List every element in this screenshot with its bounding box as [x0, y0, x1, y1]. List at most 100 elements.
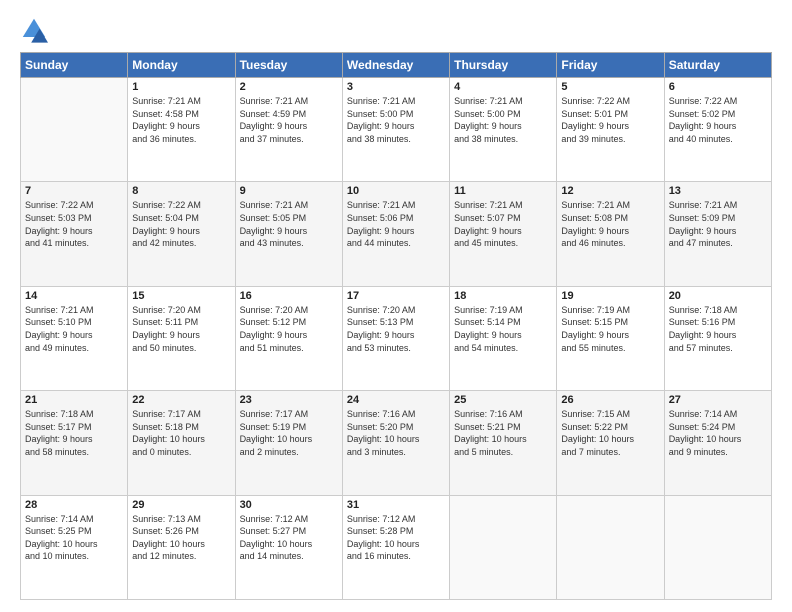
day-info: Sunrise: 7:21 AM Sunset: 5:08 PM Dayligh… [561, 199, 659, 249]
calendar-cell: 10 Sunrise: 7:21 AM Sunset: 5:06 PM Dayli… [342, 182, 449, 286]
day-number: 9 [240, 185, 338, 197]
day-info: Sunrise: 7:22 AM Sunset: 5:04 PM Dayligh… [132, 199, 230, 249]
day-info: Sunrise: 7:16 AM Sunset: 5:21 PM Dayligh… [454, 408, 552, 458]
day-number: 4 [454, 81, 552, 93]
day-number: 22 [132, 394, 230, 406]
day-number: 31 [347, 499, 445, 511]
calendar-cell: 7 Sunrise: 7:22 AM Sunset: 5:03 PM Daylig… [21, 182, 128, 286]
day-info: Sunrise: 7:19 AM Sunset: 5:14 PM Dayligh… [454, 304, 552, 354]
day-info: Sunrise: 7:14 AM Sunset: 5:24 PM Dayligh… [669, 408, 767, 458]
calendar-cell: 15 Sunrise: 7:20 AM Sunset: 5:11 PM Dayli… [128, 286, 235, 390]
day-info: Sunrise: 7:22 AM Sunset: 5:02 PM Dayligh… [669, 95, 767, 145]
day-info: Sunrise: 7:21 AM Sunset: 4:58 PM Dayligh… [132, 95, 230, 145]
logo [20, 16, 52, 44]
day-number: 10 [347, 185, 445, 197]
calendar-cell [450, 495, 557, 599]
calendar-cell: 1 Sunrise: 7:21 AM Sunset: 4:58 PM Daylig… [128, 78, 235, 182]
weekday-header-friday: Friday [557, 53, 664, 78]
day-number: 13 [669, 185, 767, 197]
calendar-cell: 4 Sunrise: 7:21 AM Sunset: 5:00 PM Daylig… [450, 78, 557, 182]
day-info: Sunrise: 7:21 AM Sunset: 5:00 PM Dayligh… [454, 95, 552, 145]
weekday-header-tuesday: Tuesday [235, 53, 342, 78]
day-info: Sunrise: 7:14 AM Sunset: 5:25 PM Dayligh… [25, 513, 123, 563]
calendar-cell: 24 Sunrise: 7:16 AM Sunset: 5:20 PM Dayli… [342, 391, 449, 495]
calendar-cell: 3 Sunrise: 7:21 AM Sunset: 5:00 PM Daylig… [342, 78, 449, 182]
calendar-cell: 27 Sunrise: 7:14 AM Sunset: 5:24 PM Dayli… [664, 391, 771, 495]
calendar-cell: 17 Sunrise: 7:20 AM Sunset: 5:13 PM Dayli… [342, 286, 449, 390]
calendar-cell: 2 Sunrise: 7:21 AM Sunset: 4:59 PM Daylig… [235, 78, 342, 182]
calendar-cell: 19Sunrise: 7:19 AM Sunset: 5:15 PM Dayli… [557, 286, 664, 390]
calendar-cell: 6 Sunrise: 7:22 AM Sunset: 5:02 PM Daylig… [664, 78, 771, 182]
header [20, 16, 772, 44]
calendar-cell [664, 495, 771, 599]
day-info: Sunrise: 7:20 AM Sunset: 5:13 PM Dayligh… [347, 304, 445, 354]
day-number: 8 [132, 185, 230, 197]
day-info: Sunrise: 7:18 AM Sunset: 5:16 PM Dayligh… [669, 304, 767, 354]
day-number: 7 [25, 185, 123, 197]
calendar-header-row: SundayMondayTuesdayWednesdayThursdayFrid… [21, 53, 772, 78]
day-info: Sunrise: 7:17 AM Sunset: 5:18 PM Dayligh… [132, 408, 230, 458]
calendar-cell: 18 Sunrise: 7:19 AM Sunset: 5:14 PM Dayli… [450, 286, 557, 390]
page: SundayMondayTuesdayWednesdayThursdayFrid… [0, 0, 792, 612]
day-info: Sunrise: 7:12 AM Sunset: 5:28 PM Dayligh… [347, 513, 445, 563]
day-number: 2 [240, 81, 338, 93]
day-info: Sunrise: 7:15 AM Sunset: 5:22 PM Dayligh… [561, 408, 659, 458]
calendar-cell: 31 Sunrise: 7:12 AM Sunset: 5:28 PM Dayli… [342, 495, 449, 599]
day-info: Sunrise: 7:20 AM Sunset: 5:11 PM Dayligh… [132, 304, 230, 354]
calendar-week-2: 7 Sunrise: 7:22 AM Sunset: 5:03 PM Daylig… [21, 182, 772, 286]
day-number: 29 [132, 499, 230, 511]
calendar-week-3: 14 Sunrise: 7:21 AM Sunset: 5:10 PM Dayli… [21, 286, 772, 390]
day-number: 28 [25, 499, 123, 511]
day-number: 30 [240, 499, 338, 511]
day-info: Sunrise: 7:20 AM Sunset: 5:12 PM Dayligh… [240, 304, 338, 354]
day-number: 1 [132, 81, 230, 93]
calendar-cell: 22 Sunrise: 7:17 AM Sunset: 5:18 PM Dayli… [128, 391, 235, 495]
day-info: Sunrise: 7:21 AM Sunset: 5:00 PM Dayligh… [347, 95, 445, 145]
day-info: Sunrise: 7:21 AM Sunset: 5:10 PM Dayligh… [25, 304, 123, 354]
day-number: 6 [669, 81, 767, 93]
calendar-cell: 23 Sunrise: 7:17 AM Sunset: 5:19 PM Dayli… [235, 391, 342, 495]
day-info: Sunrise: 7:13 AM Sunset: 5:26 PM Dayligh… [132, 513, 230, 563]
calendar-cell: 16 Sunrise: 7:20 AM Sunset: 5:12 PM Dayli… [235, 286, 342, 390]
weekday-header-wednesday: Wednesday [342, 53, 449, 78]
day-number: 26 [561, 394, 659, 406]
day-number: 18 [454, 290, 552, 302]
day-info: Sunrise: 7:16 AM Sunset: 5:20 PM Dayligh… [347, 408, 445, 458]
calendar-cell: 26 Sunrise: 7:15 AM Sunset: 5:22 PM Dayli… [557, 391, 664, 495]
calendar-cell: 5 Sunrise: 7:22 AM Sunset: 5:01 PM Daylig… [557, 78, 664, 182]
calendar-cell: 28 Sunrise: 7:14 AM Sunset: 5:25 PM Dayli… [21, 495, 128, 599]
calendar-cell: 13 Sunrise: 7:21 AM Sunset: 5:09 PM Dayli… [664, 182, 771, 286]
day-number: 27 [669, 394, 767, 406]
calendar-cell: 20Sunrise: 7:18 AM Sunset: 5:16 PM Dayli… [664, 286, 771, 390]
day-number: 14 [25, 290, 123, 302]
day-info: Sunrise: 7:21 AM Sunset: 4:59 PM Dayligh… [240, 95, 338, 145]
day-info: Sunrise: 7:22 AM Sunset: 5:03 PM Dayligh… [25, 199, 123, 249]
day-number: 11 [454, 185, 552, 197]
calendar-week-1: 1 Sunrise: 7:21 AM Sunset: 4:58 PM Daylig… [21, 78, 772, 182]
calendar-cell: 8 Sunrise: 7:22 AM Sunset: 5:04 PM Daylig… [128, 182, 235, 286]
day-number: 5 [561, 81, 659, 93]
day-number: 3 [347, 81, 445, 93]
weekday-header-thursday: Thursday [450, 53, 557, 78]
day-number: 12 [561, 185, 659, 197]
day-info: Sunrise: 7:21 AM Sunset: 5:07 PM Dayligh… [454, 199, 552, 249]
day-info: Sunrise: 7:17 AM Sunset: 5:19 PM Dayligh… [240, 408, 338, 458]
logo-icon [20, 16, 48, 44]
day-number: 15 [132, 290, 230, 302]
calendar-cell: 21Sunrise: 7:18 AM Sunset: 5:17 PM Dayli… [21, 391, 128, 495]
calendar-cell [21, 78, 128, 182]
weekday-header-monday: Monday [128, 53, 235, 78]
day-info: Sunrise: 7:12 AM Sunset: 5:27 PM Dayligh… [240, 513, 338, 563]
day-info: Sunrise: 7:21 AM Sunset: 5:06 PM Dayligh… [347, 199, 445, 249]
day-number: 24 [347, 394, 445, 406]
day-number: 23 [240, 394, 338, 406]
calendar-cell: 14 Sunrise: 7:21 AM Sunset: 5:10 PM Dayli… [21, 286, 128, 390]
day-info: Sunrise: 7:21 AM Sunset: 5:09 PM Dayligh… [669, 199, 767, 249]
day-info: Sunrise: 7:22 AM Sunset: 5:01 PM Dayligh… [561, 95, 659, 145]
day-number: 17 [347, 290, 445, 302]
day-number: 25 [454, 394, 552, 406]
day-number: 19 [561, 290, 659, 302]
calendar-cell: 9Sunrise: 7:21 AM Sunset: 5:05 PM Daylig… [235, 182, 342, 286]
calendar-cell: 29 Sunrise: 7:13 AM Sunset: 5:26 PM Dayli… [128, 495, 235, 599]
day-number: 16 [240, 290, 338, 302]
